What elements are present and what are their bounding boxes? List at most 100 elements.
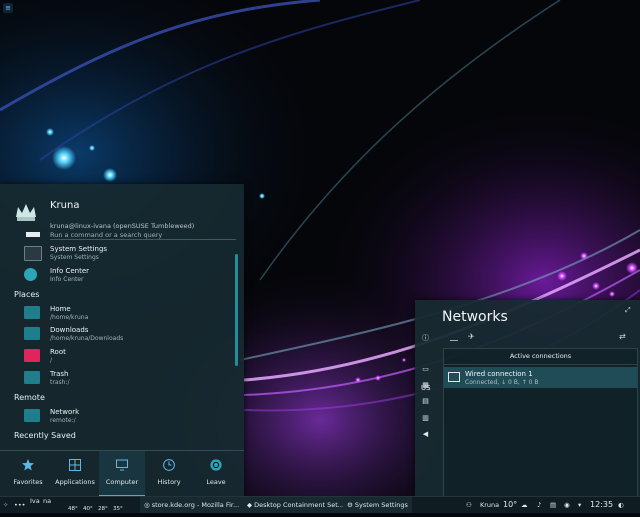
task-label: System Settings xyxy=(354,501,408,509)
home-folder-icon xyxy=(24,306,40,319)
updates-icon[interactable]: ◉ xyxy=(564,497,570,513)
tab-applications[interactable]: Applications xyxy=(52,451,98,497)
tab-history[interactable]: History xyxy=(146,451,192,497)
user-switcher-icon[interactable]: ⚇ xyxy=(466,497,472,513)
systray-sidebar: ⓘ US ▭ ▦ ▤ ▥ ◀ xyxy=(415,334,435,496)
tab-label: History xyxy=(157,478,181,486)
item-subtitle: / xyxy=(50,357,53,364)
search-bar-icon xyxy=(26,232,40,237)
launcher-tab-bar: Favorites Applications Computer History … xyxy=(0,450,244,497)
downloads-folder-icon xyxy=(24,327,40,340)
weather-icon[interactable]: ☁ xyxy=(521,497,528,513)
monitor-icon xyxy=(116,459,128,471)
tab-label: Leave xyxy=(206,478,226,486)
info-icon[interactable]: ⓘ xyxy=(421,334,430,343)
networks-title: Networks xyxy=(442,309,508,325)
launcher-button[interactable]: ✧ xyxy=(3,497,8,513)
temp-2: 28° xyxy=(98,506,108,512)
pin-icon[interactable]: ⤢ xyxy=(625,306,631,315)
item-title: Home xyxy=(50,305,71,313)
item-subtitle: Info Center xyxy=(50,276,84,283)
wifi-toggle-icon[interactable] xyxy=(450,340,458,341)
item-title: System Settings xyxy=(50,245,108,253)
launcher-item-system-settings[interactable]: System Settings System Settings xyxy=(24,244,234,264)
task-desktop-settings[interactable]: ◆ Desktop Containment Set... xyxy=(243,497,348,513)
section-recently-saved: Recently Saved xyxy=(14,431,76,440)
network-folder-icon xyxy=(24,409,40,422)
item-subtitle: System Settings xyxy=(50,254,99,261)
active-connections-header: Active connections xyxy=(444,349,637,365)
connections-list: Active connections Wired connection 1 Co… xyxy=(443,348,638,498)
pager-icon[interactable]: ••• xyxy=(14,497,26,513)
item-title: Trash xyxy=(50,370,69,378)
clock[interactable]: 12:35 xyxy=(590,497,613,513)
connection-item-wired[interactable]: Wired connection 1 Connected, ↓ 0 B, ↑ 0… xyxy=(444,367,637,388)
tab-leave[interactable]: Leave xyxy=(193,451,239,497)
item-subtitle: /home/kruna/Downloads xyxy=(50,335,124,342)
show-desktop-icon[interactable]: ◐ xyxy=(618,497,624,513)
item-title: Info Center xyxy=(50,267,90,275)
item-subtitle: remote:/ xyxy=(50,417,76,424)
launcher-item-info-center[interactable]: Info Center Info Center xyxy=(24,266,234,286)
star-icon xyxy=(22,459,34,471)
section-places: Places xyxy=(14,290,40,299)
airplane-mode-icon[interactable]: ✈ xyxy=(468,332,475,341)
desktop-toolbox-icon[interactable]: ≡ xyxy=(3,3,13,13)
clipboard-tray-icon[interactable]: ▤ xyxy=(550,497,556,513)
keyboard-icon[interactable]: ▦ xyxy=(421,381,430,390)
tray-user[interactable]: Kruna xyxy=(480,497,499,513)
application-launcher: Kruna kruna@linux-ivana (openSUSE Tumble… xyxy=(0,184,244,497)
connection-status: Connected, ↓ 0 B, ↑ 0 B xyxy=(465,379,539,386)
wired-network-icon xyxy=(448,372,460,382)
task-system-settings[interactable]: ⚙ System Settings xyxy=(343,497,412,513)
connection-name: Wired connection 1 xyxy=(465,370,533,378)
info-icon xyxy=(24,268,37,281)
tab-label: Favorites xyxy=(13,478,43,486)
search-input[interactable] xyxy=(50,230,236,239)
launcher-scrollbar[interactable] xyxy=(235,254,238,366)
weather-temp[interactable]: 10° xyxy=(503,497,517,513)
clipboard-icon[interactable]: ▥ xyxy=(421,414,430,423)
launcher-item-downloads[interactable]: Downloads /home/kruna/Downloads xyxy=(24,325,234,345)
item-subtitle: trash:/ xyxy=(50,379,70,386)
search-field[interactable] xyxy=(50,230,236,240)
section-remote: Remote xyxy=(14,393,45,402)
tab-label: Applications xyxy=(55,478,95,486)
launcher-item-root[interactable]: Root / xyxy=(24,347,234,367)
task-label: Desktop Containment Set... xyxy=(254,501,344,509)
item-subtitle: /home/kruna xyxy=(50,314,89,321)
launcher-item-trash[interactable]: Trash trash:/ xyxy=(24,369,234,389)
tab-favorites[interactable]: Favorites xyxy=(5,451,51,497)
user-host-label: kruna@linux-ivana (openSUSE Tumbleweed) xyxy=(50,222,195,230)
user-name: Kruna xyxy=(50,200,80,211)
launcher-item-home[interactable]: Home /home/kruna xyxy=(24,304,234,324)
clock-icon xyxy=(163,459,175,471)
temp-3: 35° xyxy=(113,506,123,512)
temp-0: 48° xyxy=(68,506,78,512)
configure-icon[interactable]: ⇄ xyxy=(619,332,626,341)
task-label: store.kde.org - Mozilla Fir... xyxy=(151,501,240,509)
item-title: Root xyxy=(50,348,66,356)
user-avatar xyxy=(16,204,36,221)
printer-icon[interactable]: ▤ xyxy=(421,397,430,406)
panel-user-suffix: na xyxy=(43,497,52,505)
launcher-item-network[interactable]: Network remote:/ xyxy=(24,407,234,427)
temp-1: 40° xyxy=(83,506,93,512)
item-title: Downloads xyxy=(50,326,89,334)
settings-icon xyxy=(24,246,42,261)
trash-icon xyxy=(24,371,40,384)
grid-icon xyxy=(69,459,81,471)
tray-expand-icon[interactable]: ▾ xyxy=(578,497,581,513)
tab-label: Computer xyxy=(105,478,139,486)
panel-user: Iva xyxy=(30,497,40,505)
networks-popup: Networks ⤢ ⓘ US ▭ ▦ ▤ ▥ ◀ ✈ ⇄ Active con… xyxy=(415,300,640,498)
power-icon xyxy=(210,459,222,471)
volume-icon[interactable]: ◀ xyxy=(421,430,430,439)
item-title: Network xyxy=(50,408,80,416)
tab-computer[interactable]: Computer xyxy=(99,451,145,497)
task-firefox[interactable]: ◎ store.kde.org - Mozilla Fir... xyxy=(140,497,244,513)
root-folder-icon xyxy=(24,349,40,362)
display-icon[interactable]: ▭ xyxy=(421,365,430,374)
audio-icon[interactable]: ♪ xyxy=(537,497,541,513)
bottom-panel: ✧ ••• Iva na 48° 40° 28° 35° ◎ store.kde… xyxy=(0,496,640,513)
